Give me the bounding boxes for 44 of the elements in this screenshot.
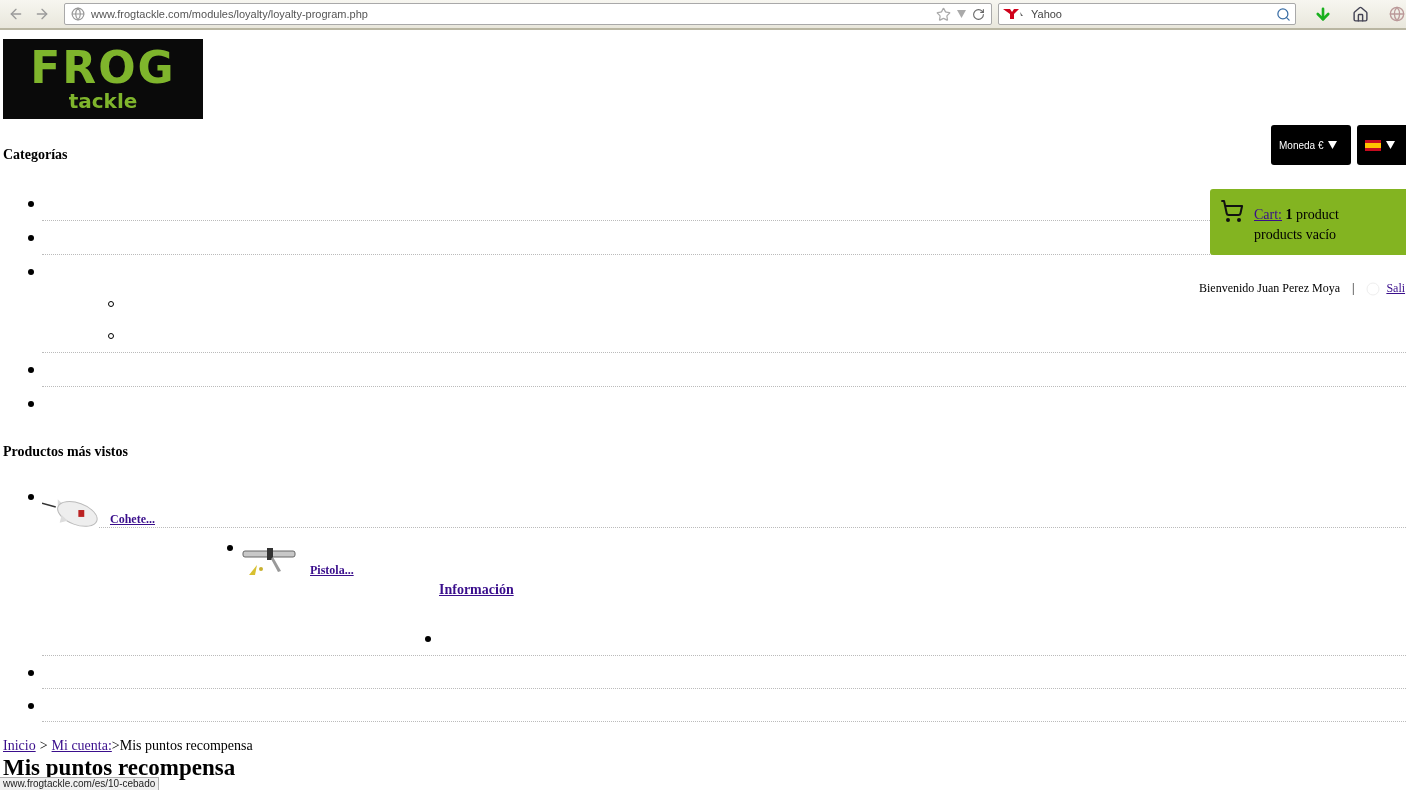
search-icon[interactable] <box>1276 6 1291 22</box>
breadcrumb-text: >Mis puntos recompensa <box>111 738 253 754</box>
product-link[interactable]: Pistola... <box>310 563 354 578</box>
dropdown-triangle-icon <box>1386 141 1395 149</box>
cart-status: products vacío <box>1254 226 1338 244</box>
logo[interactable]: FROG tackle <box>3 39 203 119</box>
separator: | <box>1351 281 1355 296</box>
bullet-icon <box>28 268 34 275</box>
bullet-icon <box>28 702 34 709</box>
cart-panel[interactable]: Cart: 1 product products vacío <box>1210 189 1406 255</box>
reload-icon[interactable] <box>972 7 985 21</box>
breadcrumb-text: > <box>39 738 48 754</box>
bookmark-star-icon[interactable] <box>936 6 951 22</box>
url-text: www.frogtackle.com/modules/loyalty/loyalty-program.php <box>91 8 369 20</box>
bullet-icon <box>425 635 431 642</box>
breadcrumb-link[interactable]: Mi cuenta: <box>51 738 112 754</box>
breadcrumb-link[interactable]: Inicio <box>3 738 36 754</box>
bullet-icon <box>28 400 34 407</box>
product-link[interactable]: Cohete... <box>110 512 155 527</box>
logout-link[interactable]: Sali <box>1386 281 1406 296</box>
search-engine-icon <box>1003 9 1025 19</box>
welcome-text: Bienvenido Juan Perez Moya <box>1199 281 1340 296</box>
section-heading: Productos más vistos <box>3 443 128 461</box>
bullet-icon <box>28 366 34 373</box>
flag-icon <box>1365 139 1381 151</box>
bullet-icon <box>28 494 34 500</box>
dropdown-triangle-icon <box>957 10 966 18</box>
cart-link[interactable]: Cart: <box>1254 207 1282 222</box>
language-select[interactable] <box>1357 125 1406 165</box>
page-title: Mis puntos recompensa <box>3 756 236 780</box>
bullet-icon <box>28 234 34 241</box>
bullet-icon <box>227 545 233 551</box>
address-bar[interactable]: www.frogtackle.com/modules/loyalty/loyalty-program.php <box>64 3 992 25</box>
section-heading: Categorías <box>3 146 68 164</box>
globe-icon <box>71 7 85 21</box>
cart-count: 1 product <box>1285 207 1339 222</box>
dropdown-triangle-icon <box>1328 141 1338 149</box>
status-link-tooltip: www.frogtackle.com/es/10-cebado <box>0 777 160 790</box>
bullet-icon <box>28 669 34 676</box>
search-bar[interactable]: Yahoo <box>998 3 1296 25</box>
bullet-icon <box>28 200 34 207</box>
currency-select[interactable]: Moneda € <box>1271 125 1351 165</box>
cart-icon <box>1220 199 1244 223</box>
info-link[interactable]: Información <box>439 582 514 597</box>
